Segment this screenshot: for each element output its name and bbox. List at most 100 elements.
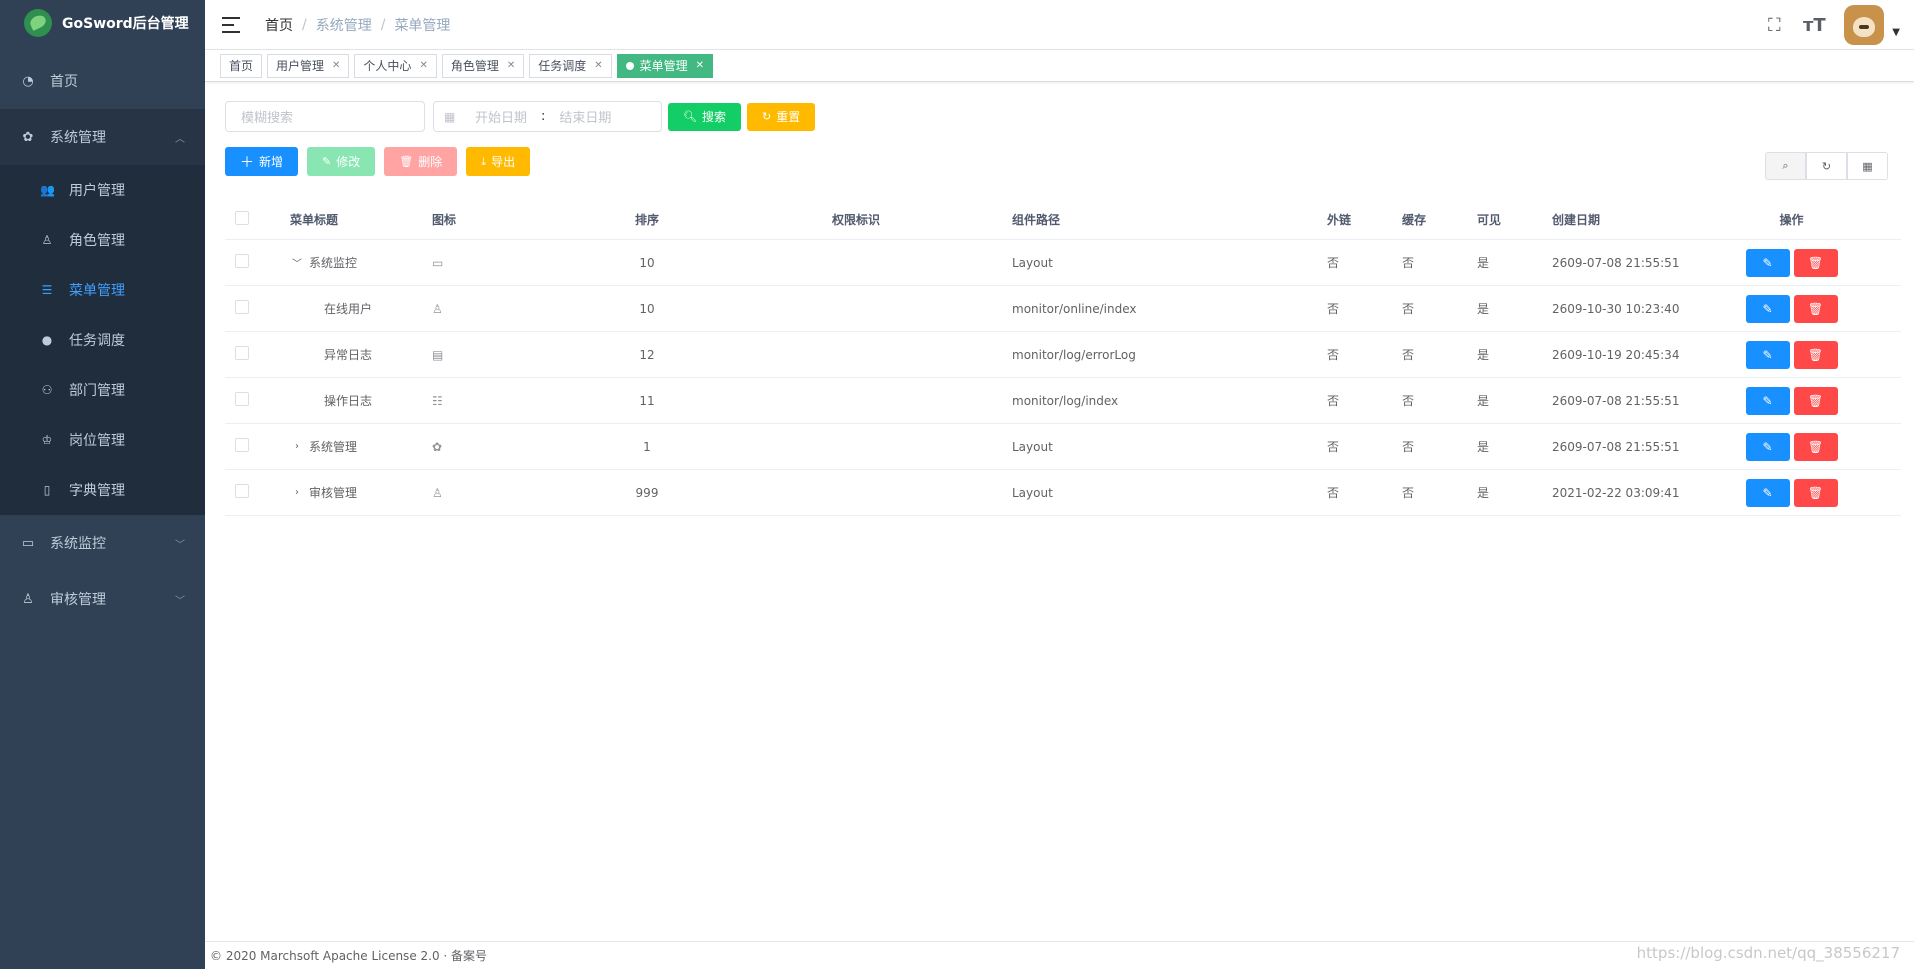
close-icon[interactable]: ✕ [419, 60, 427, 71]
row-delete-button[interactable]: 🗑︎ [1793, 478, 1838, 507]
reset-button[interactable]: ↻ 重置 [746, 102, 816, 131]
tag-home[interactable]: 首页 [220, 53, 263, 78]
menu-title: 操作日志 [324, 394, 373, 408]
select-all-checkbox[interactable] [235, 211, 249, 225]
tag-menus[interactable]: 菜单管理 ✕ [616, 53, 714, 78]
table-row[interactable]: › 系统管理 ✿ 1 Layout 否 否 是 2609-07-08 21:55:… [225, 424, 1901, 470]
sidebar-item-users[interactable]: 👥 用户管理 [0, 165, 205, 215]
dept-icon: ⚇ [41, 383, 53, 397]
tag-roles[interactable]: 角色管理 ✕ [441, 53, 525, 78]
avatar[interactable] [1844, 5, 1885, 45]
col-title: 菜单标题 [290, 213, 339, 227]
close-icon[interactable]: ✕ [594, 60, 602, 71]
tag-label: 首页 [229, 59, 254, 73]
tag-profile[interactable]: 个人中心 ✕ [354, 53, 437, 78]
navbar: 首页 / 系统管理 / 菜单管理 ⛶ ᴛT ▼ [205, 0, 1914, 50]
icon-cell: ♙ [422, 486, 562, 500]
end-date-placeholder[interactable]: 结束日期 [559, 107, 611, 126]
export-button[interactable]: ⤓ 导出 [466, 147, 531, 176]
app-title: GoSword后台管理 [62, 15, 189, 32]
search-input[interactable]: 模糊搜索 [225, 101, 425, 132]
export-button-label: 导出 [491, 155, 516, 169]
start-date-placeholder[interactable]: 开始日期 [475, 107, 527, 126]
close-icon[interactable]: ✕ [696, 60, 704, 71]
sidebar-item-posts[interactable]: ♔ 岗位管理 [0, 415, 205, 465]
hamburger-icon[interactable] [222, 16, 240, 33]
font-size-icon[interactable]: ᴛT [1803, 15, 1826, 36]
table-tools: ⌕ ↻ ▦ [1765, 152, 1888, 180]
row-checkbox[interactable] [235, 484, 249, 498]
refresh-button[interactable]: ↻ [1806, 152, 1847, 180]
ilink-cell: 否 [1327, 394, 1340, 408]
date-cell: 2021-02-22 03:09:41 [1552, 485, 1680, 500]
row-delete-button[interactable]: 🗑︎ [1793, 386, 1838, 415]
visible-cell: 是 [1477, 348, 1490, 362]
tag-jobs[interactable]: 任务调度 ✕ [529, 53, 612, 78]
sidebar-item-home[interactable]: ◔ 首页 [0, 53, 205, 109]
row-delete-button[interactable]: 🗑︎ [1793, 340, 1838, 369]
date-cell: 2609-10-19 20:45:34 [1552, 347, 1680, 362]
row-delete-button[interactable]: 🗑︎ [1793, 432, 1838, 461]
edit-button[interactable]: ✎ 修改 [307, 147, 376, 176]
menu-icon: ☰ [41, 283, 53, 297]
sidebar-item-dicts[interactable]: ▯ 字典管理 [0, 465, 205, 515]
leaf-logo-icon [24, 8, 52, 37]
post-icon: ♔ [41, 433, 53, 447]
row-checkbox[interactable] [235, 346, 249, 360]
row-edit-button[interactable]: ✎ [1745, 386, 1790, 415]
table-row[interactable]: ﹀ 系统监控 ▭ 10 Layout 否 否 是 2609-07-08 21:55… [225, 240, 1901, 286]
tag-users[interactable]: 用户管理 ✕ [267, 53, 350, 78]
chevron-down-icon[interactable]: ﹀ [290, 255, 304, 270]
sidebar-item-roles[interactable]: ♙ 角色管理 [0, 215, 205, 265]
sidebar-item-monitor[interactable]: ▭ 系统监控 ﹀ [0, 515, 205, 571]
sidebar-item-system[interactable]: ✿ 系统管理 ︿ [0, 109, 205, 165]
caret-down-icon[interactable]: ▼ [1892, 27, 1900, 38]
toggle-search-button[interactable]: ⌕ [1765, 152, 1806, 180]
row-checkbox[interactable] [235, 254, 249, 268]
search-button[interactable]: 🔍︎ 搜索 [668, 102, 741, 131]
table-row[interactable]: 异常日志 ▤ 12 monitor/log/errorLog 否 否 是 260… [225, 332, 1901, 378]
delete-button[interactable]: 🗑︎ 删除 [384, 147, 458, 176]
sidebar-item-audit[interactable]: ♙ 审核管理 ﹀ [0, 571, 205, 627]
sidebar-item-jobs[interactable]: ● 任务调度 [0, 315, 205, 365]
columns-button[interactable]: ▦ [1847, 152, 1888, 180]
table-row[interactable]: › 审核管理 ♙ 999 Layout 否 否 是 2021-02-22 03:0… [225, 470, 1901, 516]
chevron-right-icon[interactable]: › [290, 487, 304, 498]
path-cell: Layout [1012, 439, 1053, 454]
row-delete-button[interactable]: 🗑︎ [1793, 294, 1838, 323]
row-checkbox[interactable] [235, 392, 249, 406]
row-checkbox[interactable] [235, 438, 249, 452]
add-button[interactable]: ＋ 新增 [225, 147, 299, 176]
row-edit-button[interactable]: ✎ [1745, 432, 1790, 461]
chevron-right-icon[interactable]: › [290, 441, 304, 452]
sort-cell: 1 [643, 439, 651, 454]
breadcrumb-separator: / [302, 16, 307, 33]
ops-cell: ✎ 🗑︎ [1682, 432, 1901, 461]
app-logo[interactable]: GoSword后台管理 [0, 0, 205, 45]
path-cell: monitor/log/errorLog [1012, 347, 1136, 362]
close-icon[interactable]: ✕ [332, 60, 340, 71]
footer-text: © 2020 Marchsoft Apache License 2.0 · 备案… [210, 949, 488, 963]
refresh-icon: ↻ [761, 110, 772, 123]
search-icon: ⌕ [1782, 159, 1789, 172]
table-row[interactable]: 在线用户 ♙ 10 monitor/online/index 否 否 是 260… [225, 286, 1901, 332]
row-edit-button[interactable]: ✎ [1745, 340, 1790, 369]
close-icon[interactable]: ✕ [507, 60, 515, 71]
plus-icon: ＋ [240, 154, 254, 171]
ops-cell: ✎ 🗑︎ [1682, 294, 1901, 323]
row-edit-button[interactable]: ✎ [1745, 248, 1790, 277]
row-edit-button[interactable]: ✎ [1745, 294, 1790, 323]
row-delete-button[interactable]: 🗑︎ [1793, 248, 1838, 277]
fullscreen-icon[interactable]: ⛶ [1764, 15, 1784, 36]
date-range-picker[interactable]: ▦ 开始日期 : 结束日期 [433, 101, 662, 132]
breadcrumb-home[interactable]: 首页 [265, 15, 293, 35]
row-checkbox[interactable] [235, 300, 249, 314]
trash-icon: 🗑︎ [399, 155, 414, 168]
table-row[interactable]: 操作日志 ☷ 11 monitor/log/index 否 否 是 2609-0… [225, 378, 1901, 424]
select-all-cell [225, 211, 290, 228]
row-edit-button[interactable]: ✎ [1745, 478, 1790, 507]
sidebar-item-depts[interactable]: ⚇ 部门管理 [0, 365, 205, 415]
gear-icon: ✿ [432, 439, 443, 454]
download-icon: ⤓ [481, 154, 487, 168]
sidebar-item-menus[interactable]: ☰ 菜单管理 [0, 265, 205, 315]
